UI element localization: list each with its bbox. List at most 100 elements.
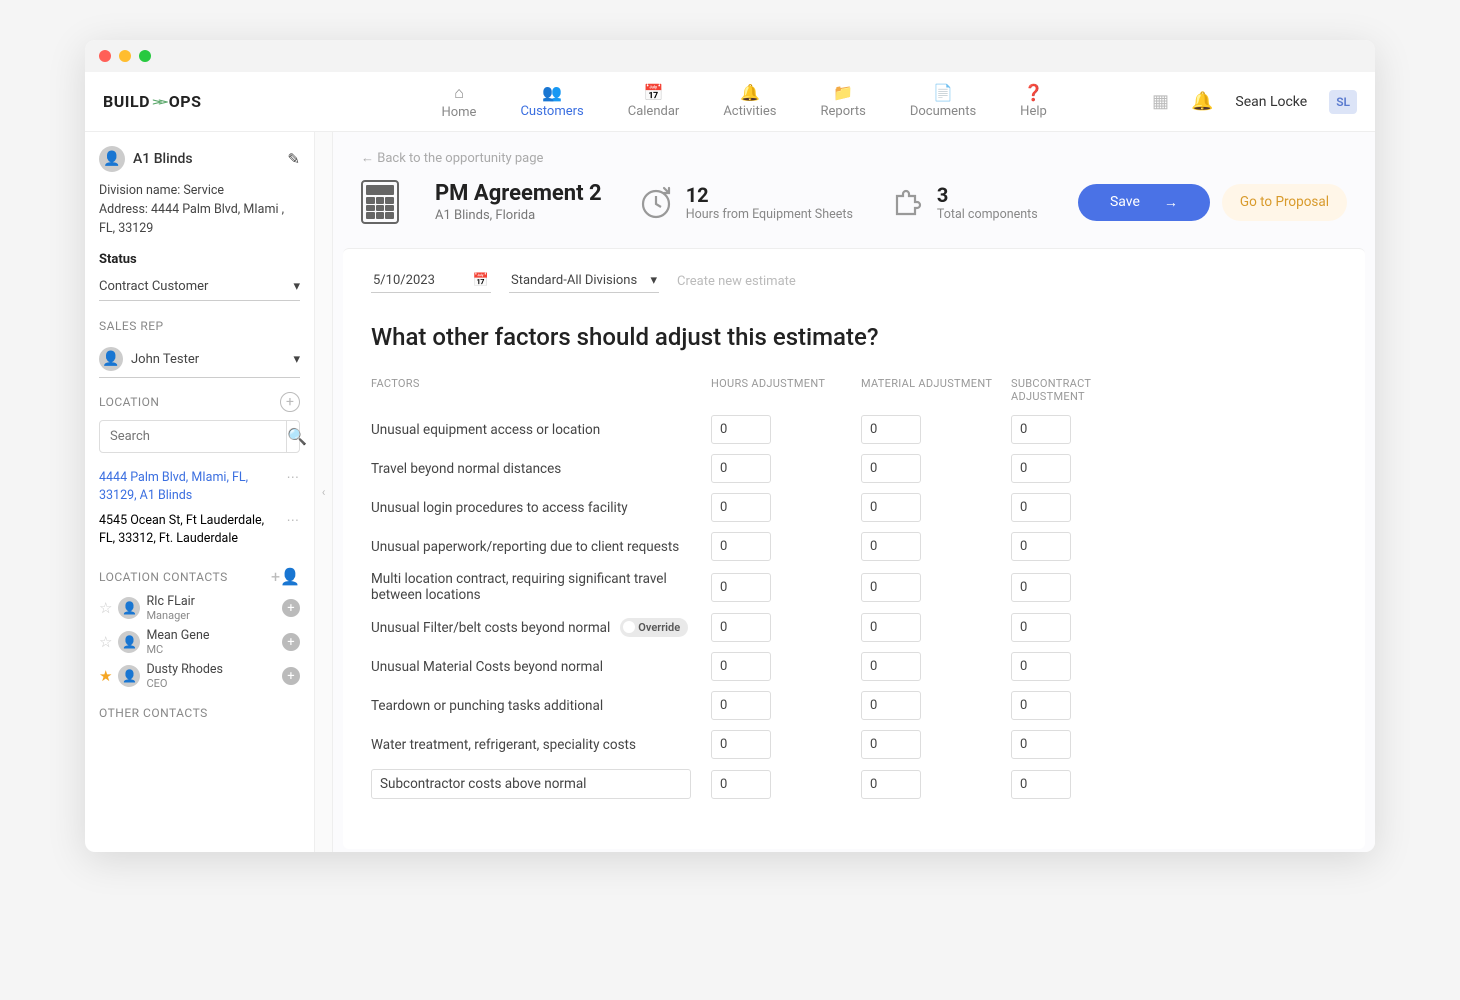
- subcontract-input[interactable]: [1011, 532, 1071, 561]
- material-input[interactable]: [861, 691, 921, 720]
- document-icon: 📄: [933, 83, 953, 102]
- section-heading: What other factors should adjust this es…: [371, 323, 1337, 351]
- logo: BUILD ≫ OPS: [103, 92, 201, 111]
- hours-input[interactable]: [711, 613, 771, 642]
- contact-info: Mean Gene MC: [146, 628, 276, 656]
- material-input[interactable]: [861, 573, 921, 602]
- subcontract-input[interactable]: [1011, 415, 1071, 444]
- minimize-dot[interactable]: [119, 50, 131, 62]
- factor-label[interactable]: Subcontractor costs above normal: [371, 769, 691, 799]
- maximize-dot[interactable]: [139, 50, 151, 62]
- add-button[interactable]: +: [282, 599, 300, 617]
- contact-item[interactable]: ★ 👤 Dusty Rhodes CEO +: [99, 662, 300, 690]
- contact-item[interactable]: ☆ 👤 Mean Gene MC +: [99, 628, 300, 656]
- material-input[interactable]: [861, 532, 921, 561]
- company-avatar: 👤: [99, 146, 125, 172]
- salesrep-select[interactable]: 👤 John Tester ▾: [99, 341, 300, 378]
- status-value: Contract Customer: [99, 279, 208, 294]
- nav-activities[interactable]: 🔔 Activities: [723, 83, 776, 120]
- contact-role: Manager: [146, 609, 276, 622]
- location-item[interactable]: 4545 Ocean St, Ft Lauderdale, FL, 33312,…: [99, 508, 300, 551]
- hours-input[interactable]: [711, 691, 771, 720]
- hours-value: 12: [686, 183, 853, 207]
- proposal-button[interactable]: Go to Proposal: [1222, 184, 1347, 221]
- hours-input[interactable]: [711, 493, 771, 522]
- hours-input[interactable]: [711, 573, 771, 602]
- sidebar: 👤 A1 Blinds ✎ Division name: Service Add…: [85, 132, 315, 852]
- material-input[interactable]: [861, 652, 921, 681]
- subcontract-input[interactable]: [1011, 454, 1071, 483]
- location-text: 4545 Ocean St, Ft Lauderdale, FL, 33312,…: [99, 512, 281, 547]
- hours-input[interactable]: [711, 454, 771, 483]
- nav-home[interactable]: ⌂ Home: [441, 83, 476, 120]
- grid-icon[interactable]: ▦: [1152, 91, 1169, 112]
- status-select[interactable]: Contract Customer ▾: [99, 273, 300, 301]
- date-value: 5/10/2023: [373, 273, 435, 288]
- drawer-handle[interactable]: ‹: [315, 132, 333, 852]
- subcontract-input[interactable]: [1011, 613, 1071, 642]
- hours-input[interactable]: [711, 652, 771, 681]
- calendar-icon: 📅: [473, 273, 489, 288]
- add-button[interactable]: +: [282, 633, 300, 651]
- search-icon[interactable]: 🔍: [286, 421, 307, 452]
- location-contacts-label: LOCATION CONTACTS: [99, 570, 228, 584]
- location-item[interactable]: 4444 Palm Blvd, MIami, FL, 33129, A1 Bli…: [99, 465, 300, 508]
- main-content: ← Back to the opportunity page PM Agreem…: [333, 132, 1375, 852]
- customers-icon: 👥: [542, 83, 562, 102]
- division-select[interactable]: Standard-All Divisions ▾: [509, 269, 659, 293]
- close-dot[interactable]: [99, 50, 111, 62]
- factor-label: Teardown or punching tasks additional: [371, 698, 711, 714]
- nav-reports[interactable]: 📁 Reports: [821, 83, 866, 120]
- hours-input[interactable]: [711, 730, 771, 759]
- subcontract-input[interactable]: [1011, 691, 1071, 720]
- create-estimate-link[interactable]: Create new estimate: [677, 274, 796, 289]
- clock-arrow-icon: [638, 184, 674, 220]
- sidebar-info: Division name: Service Address: 4444 Pal…: [99, 182, 300, 238]
- search-input[interactable]: [100, 421, 286, 452]
- contact-item[interactable]: ☆ 👤 RIc FLair Manager +: [99, 594, 300, 622]
- subcontract-input[interactable]: [1011, 652, 1071, 681]
- subcontract-input[interactable]: [1011, 770, 1071, 799]
- more-icon[interactable]: ⋯: [287, 512, 301, 547]
- material-input[interactable]: [861, 493, 921, 522]
- company-name: A1 Blinds: [133, 151, 279, 167]
- hours-input[interactable]: [711, 415, 771, 444]
- subcontract-input[interactable]: [1011, 730, 1071, 759]
- hours-input[interactable]: [711, 770, 771, 799]
- add-location-button[interactable]: +: [280, 392, 300, 412]
- components-label: Total components: [937, 207, 1038, 222]
- star-icon[interactable]: ☆: [99, 633, 112, 651]
- material-input[interactable]: [861, 415, 921, 444]
- chevron-left-icon: ‹: [322, 485, 326, 499]
- logo-text1: BUILD: [103, 92, 150, 111]
- add-person-icon[interactable]: +👤: [271, 567, 300, 586]
- date-input[interactable]: 5/10/2023 📅: [371, 269, 491, 293]
- user-name[interactable]: Sean Locke: [1235, 94, 1307, 110]
- edit-icon[interactable]: ✎: [287, 150, 300, 168]
- material-input[interactable]: [861, 730, 921, 759]
- override-toggle[interactable]: Override: [620, 618, 688, 637]
- material-input[interactable]: [861, 770, 921, 799]
- add-button[interactable]: +: [282, 667, 300, 685]
- salesrep-avatar: 👤: [99, 347, 123, 371]
- nav-customers[interactable]: 👥 Customers: [520, 83, 583, 120]
- back-link[interactable]: ← Back to the opportunity page: [333, 132, 1375, 166]
- material-input[interactable]: [861, 454, 921, 483]
- user-avatar-badge[interactable]: SL: [1329, 90, 1357, 114]
- material-input[interactable]: [861, 613, 921, 642]
- star-icon[interactable]: ☆: [99, 599, 112, 617]
- hours-input[interactable]: [711, 532, 771, 561]
- nav-documents[interactable]: 📄 Documents: [910, 83, 976, 120]
- save-button[interactable]: Save →: [1078, 184, 1210, 221]
- salesrep-label: SALES REP: [99, 319, 300, 333]
- star-icon[interactable]: ★: [99, 667, 112, 685]
- more-icon[interactable]: ⋯: [287, 469, 301, 504]
- nav-help[interactable]: ❓ Help: [1020, 83, 1047, 120]
- subcontract-input[interactable]: [1011, 493, 1071, 522]
- table-row: Subcontractor costs above normal: [371, 769, 1337, 799]
- nav-calendar[interactable]: 📅 Calendar: [628, 83, 680, 120]
- location-text: 4444 Palm Blvd, MIami, FL, 33129, A1 Bli…: [99, 469, 281, 504]
- table-header: FACTORS HOURS ADJUSTMENT MATERIAL ADJUST…: [371, 377, 1337, 403]
- notification-icon[interactable]: 🔔: [1191, 91, 1213, 112]
- subcontract-input[interactable]: [1011, 573, 1071, 602]
